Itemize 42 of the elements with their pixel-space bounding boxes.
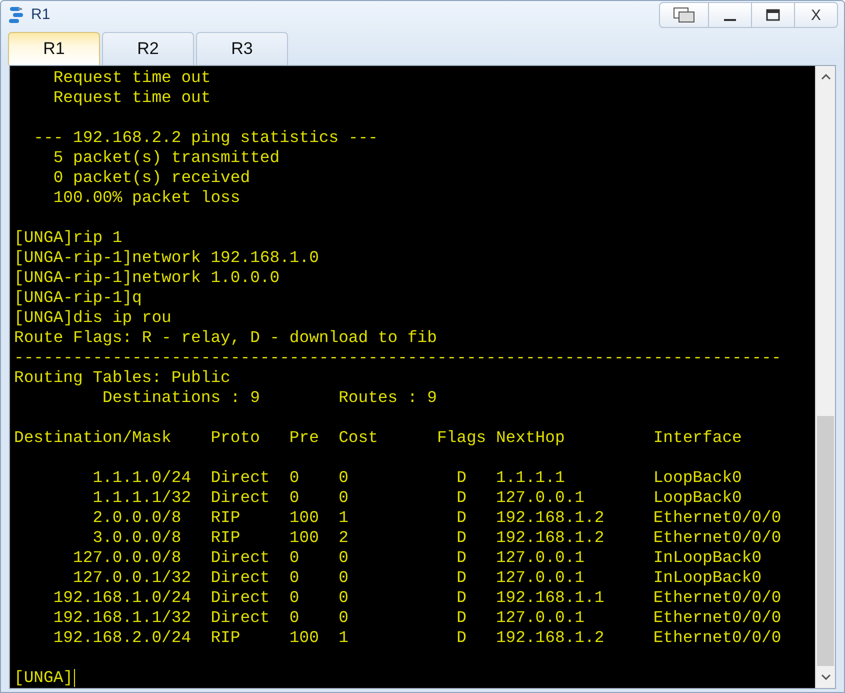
terminal-line: --- 192.168.2.2 ping statistics --- (32, 128, 379, 148)
terminal-line: 127.0.0.0/8 Direct 0 0 D 127.0.0.1 InLoopBack0 (72, 548, 763, 568)
maximize-icon (766, 9, 780, 21)
terminal-line: 127.0.0.1/32 Direct 0 0 D 127.0.0.1 InLoopBack0 (72, 568, 763, 588)
terminal-line: 3.0.0.0/8 RIP 100 2 D 192.168.1.2 Ethernet0/0/0 (92, 528, 782, 548)
terminal-line: 192.168.2.0/24 RIP 100 1 D 192.168.1.2 Ethernet0/0/0 (52, 628, 782, 648)
terminal-line: Route Flags: R - relay, D - download to fib (14, 328, 438, 348)
terminal-line: 192.168.1.0/24 Direct 0 0 D 192.168.1.1 Ethernet0/0/0 (52, 588, 782, 608)
terminal-line: 0 packet(s) received (52, 168, 252, 188)
terminal-line: Request time out (52, 88, 212, 108)
scroll-up-icon[interactable] (820, 74, 830, 80)
terminal-line: [UNGA]rip 1 (14, 228, 124, 248)
terminal-line: [UNGA-rip-1]network 192.168.1.0 (14, 248, 320, 268)
scrollbar-thumb[interactable] (817, 416, 834, 666)
terminal-prompt: [UNGA] (14, 668, 74, 688)
terminal-line: 1.1.1.1/32 Direct 0 0 D 127.0.0.1 LoopBack0 (92, 488, 743, 508)
tab[interactable]: R3 (196, 32, 288, 65)
terminal-line: ------------------------------------------------------------------------------ (14, 348, 782, 368)
windows-icon (673, 7, 695, 23)
terminal-line: 1.1.1.0/24 Direct 0 0 D 1.1.1.1 LoopBack0 (92, 468, 743, 488)
minimize-icon (724, 19, 736, 21)
terminal-line: 5 packet(s) transmitted (52, 148, 281, 168)
terminal-line: 100.00% packet loss (52, 188, 242, 208)
terminal-line: [UNGA-rip-1]network 1.0.0.0 (14, 268, 281, 288)
scroll-down-icon[interactable] (820, 674, 830, 680)
terminal-line: Destinations : 9 Routes : 9 (102, 388, 438, 408)
terminal-line: 192.168.1.1/32 Direct 0 0 D 127.0.0.1 Ethernet0/0/0 (52, 608, 782, 628)
minimize-button[interactable] (708, 2, 752, 28)
close-button[interactable]: X (794, 2, 838, 28)
maximize-button[interactable] (751, 2, 795, 28)
text-cursor-icon (74, 669, 76, 687)
terminal-line: [UNGA-rip-1]q (14, 288, 143, 308)
terminal-line: 2.0.0.0/8 RIP 100 1 D 192.168.1.2 Ethernet0/0/0 (92, 508, 782, 528)
terminal-line: Destination/Mask Proto Pre Cost Flags NextHop Interface (14, 428, 743, 448)
tab[interactable]: R2 (102, 32, 194, 65)
tab[interactable]: R1 (8, 32, 100, 65)
terminal-line: Request time out (52, 68, 212, 88)
restore-button[interactable] (659, 2, 709, 28)
terminal-line: Routing Tables: Public (14, 368, 232, 388)
terminal-line: [UNGA]dis ip rou (14, 308, 172, 328)
window-title: R1 (31, 6, 52, 23)
scrollbar[interactable] (815, 66, 835, 688)
